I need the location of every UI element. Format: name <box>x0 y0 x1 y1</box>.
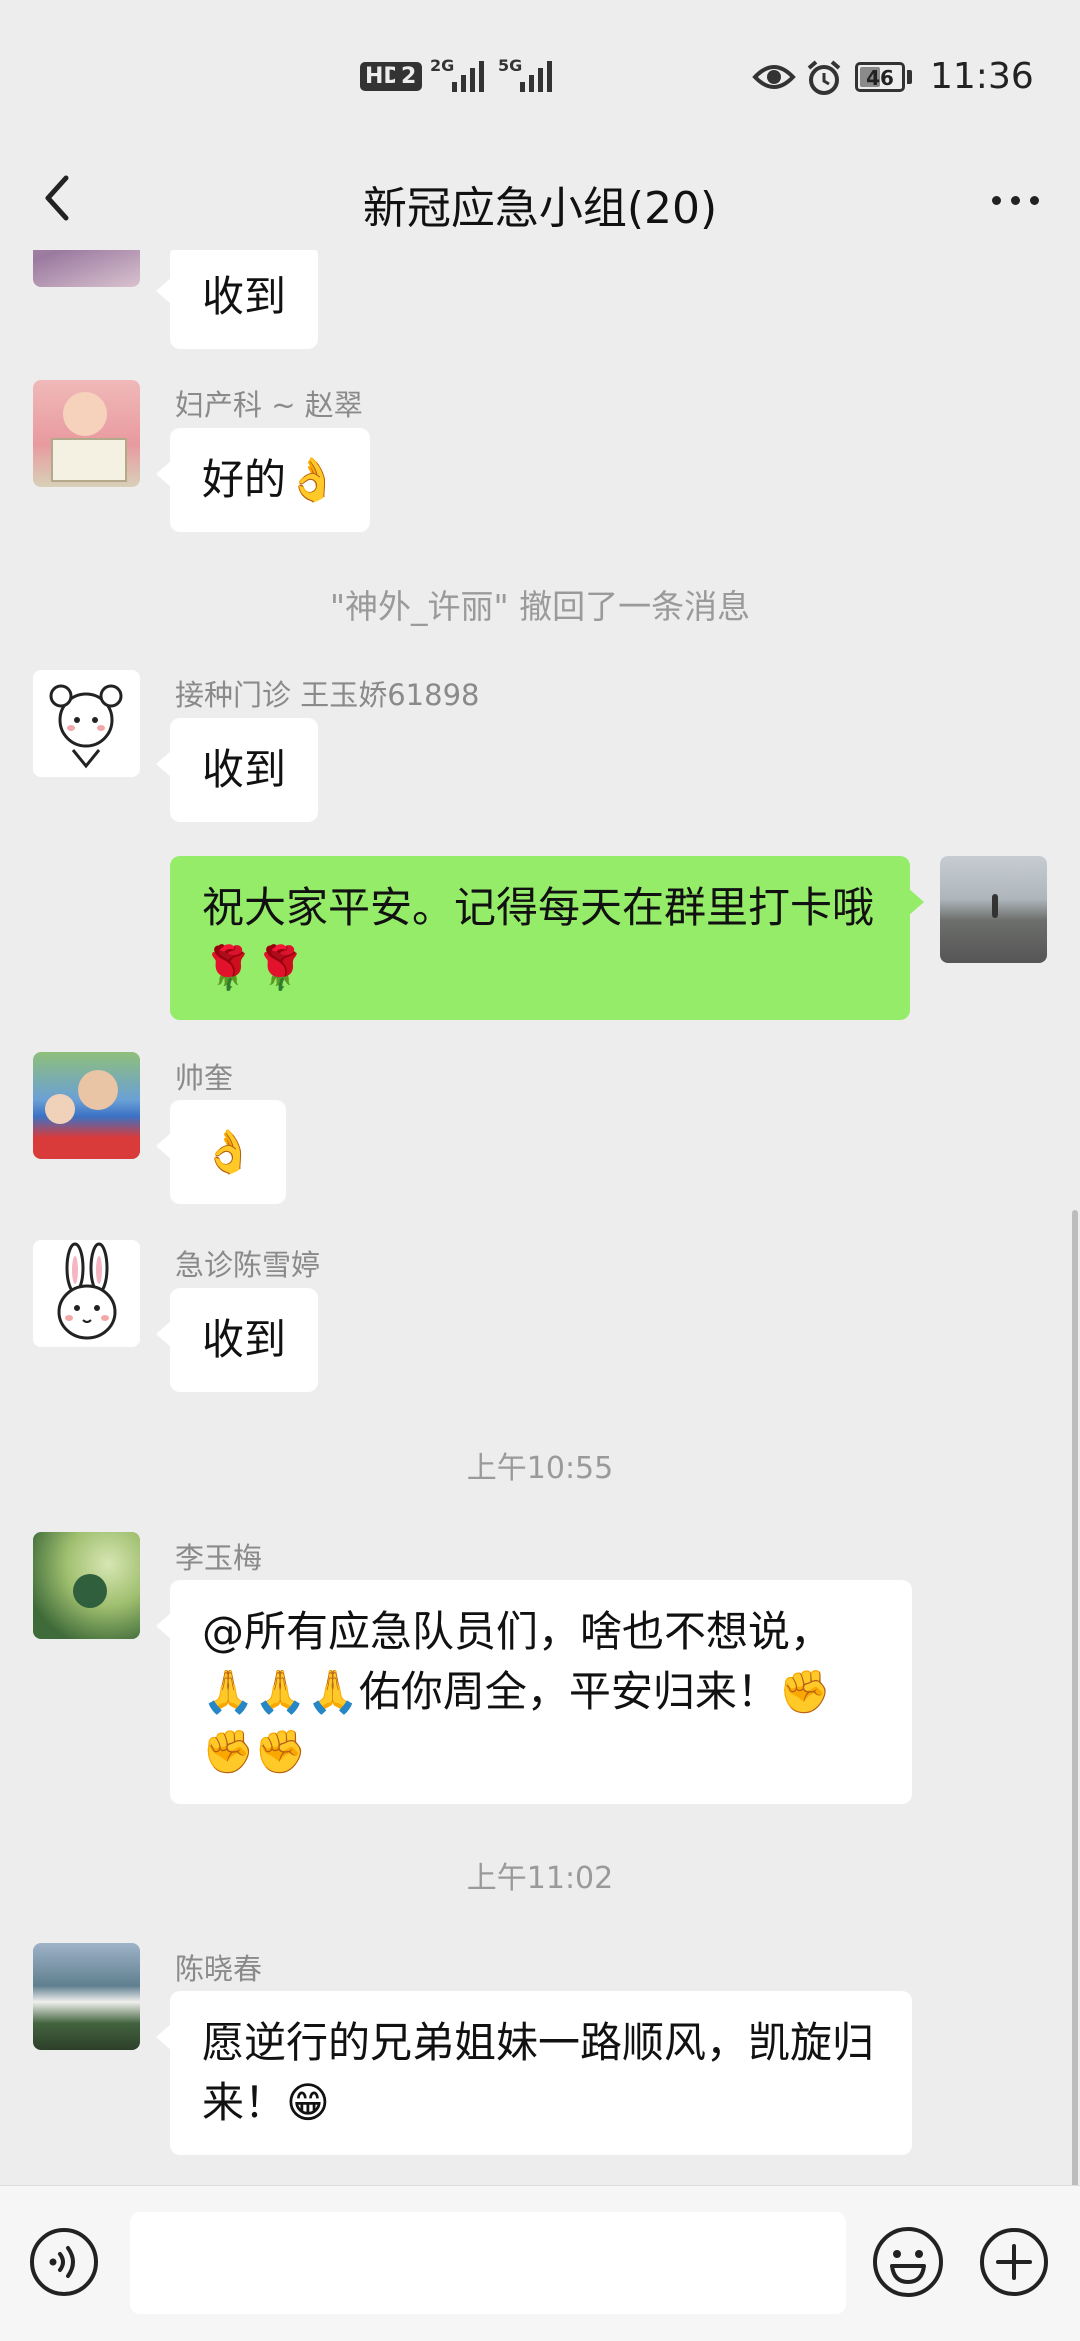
sender-name: 急诊陈雪婷 <box>175 1248 321 1282</box>
network-2g-label: 2G <box>430 56 455 75</box>
scrollbar[interactable] <box>1072 1210 1078 2185</box>
sender-name: 帅奎 <box>175 1061 234 1095</box>
message-bubble[interactable]: 收到 <box>155 718 319 822</box>
message-bubble[interactable]: 收到 <box>155 1288 319 1392</box>
sim2-indicator: 2 <box>395 62 423 91</box>
message-bubble[interactable]: 👌 <box>155 1100 287 1204</box>
message-bubble[interactable]: @所有应急队员们，啥也不想说，🙏🙏🙏佑你周全，平安归来！✊✊✊ <box>156 1580 912 1804</box>
timestamp: 上午10:55 <box>466 1451 614 1486</box>
network-5g-label: 5G <box>498 56 523 75</box>
avatar[interactable] <box>33 1943 140 2050</box>
message-bubble[interactable]: 愿逆行的兄弟姐妹一路顺风，凯旋归来！😁 <box>156 1991 912 2155</box>
avatar[interactable] <box>33 250 140 287</box>
clock: 11:36 <box>930 56 1034 97</box>
signal-1-icon <box>452 58 484 92</box>
message-bubble[interactable]: 好的👌 <box>155 428 371 532</box>
my-message-bubble[interactable]: 祝大家平安。记得每天在群里打卡哦🌹🌹 <box>170 856 924 1020</box>
avatar[interactable] <box>940 856 1047 963</box>
sender-name: 妇产科 ~ 赵翠 <box>175 388 363 422</box>
sender-name: 李玉梅 <box>175 1541 263 1575</box>
alarm-icon <box>807 60 841 95</box>
sender-name: 陈晓春 <box>175 1952 263 1986</box>
battery-level: 46 <box>866 66 894 90</box>
timestamp: 上午11:02 <box>466 1861 614 1896</box>
battery-icon: 46 <box>855 62 905 92</box>
emoji-icon[interactable] <box>870 2224 946 2300</box>
eye-icon <box>752 65 796 89</box>
signal-2-icon <box>520 58 552 92</box>
recall-notice: "神外_许丽" 撤回了一条消息 <box>329 587 751 626</box>
chat-header: 新冠应急小组(20) <box>0 150 1080 250</box>
avatar[interactable] <box>33 1532 140 1639</box>
message-bubble[interactable]: 收到 <box>155 250 319 349</box>
input-bar <box>0 2185 1080 2341</box>
battery-tip <box>907 70 912 84</box>
message-list[interactable]: 收到 妇产科 ~ 赵翠 好的👌 "神外_许丽" 撤回了一条消息 接种门诊 王玉娇… <box>0 250 1080 2185</box>
avatar[interactable] <box>33 1052 140 1159</box>
status-bar: HD 2 2G 5G 46 11:36 <box>0 0 1080 150</box>
voice-icon[interactable] <box>28 2226 100 2298</box>
avatar[interactable] <box>33 380 140 487</box>
chat-title: 新冠应急小组(20) <box>362 183 718 234</box>
avatar[interactable] <box>33 670 140 777</box>
avatar[interactable] <box>33 1240 140 1347</box>
more-dots-icon[interactable] <box>980 170 1050 230</box>
sender-name: 接种门诊 王玉娇61898 <box>175 678 480 712</box>
plus-icon[interactable] <box>978 2226 1050 2298</box>
message-input[interactable] <box>130 2212 846 2314</box>
